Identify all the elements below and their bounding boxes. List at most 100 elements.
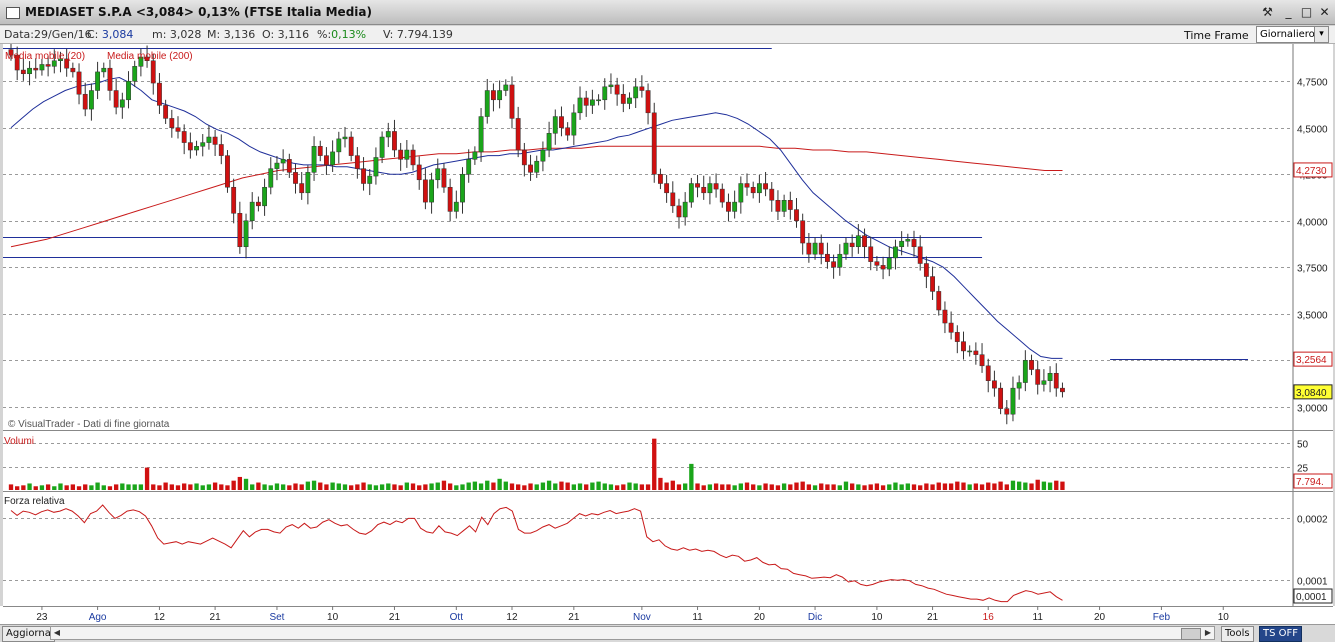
volume-bar bbox=[15, 486, 20, 490]
tools-icon[interactable]: ⚒ bbox=[1259, 4, 1276, 20]
volume-bar bbox=[373, 485, 379, 490]
candle-body bbox=[157, 82, 162, 106]
price-tick-label: 4,0000 bbox=[1297, 218, 1328, 229]
candle-body bbox=[528, 164, 533, 173]
candle-body bbox=[150, 60, 156, 84]
volume-bar bbox=[497, 478, 502, 490]
candle-body bbox=[583, 97, 589, 106]
volume-bar bbox=[918, 485, 923, 490]
volume-bar bbox=[386, 483, 391, 490]
timeframe-select[interactable]: Giornaliero ▾ bbox=[1256, 26, 1329, 43]
volume-bar bbox=[64, 485, 69, 490]
volume-bar bbox=[868, 484, 873, 490]
volume-bar bbox=[621, 484, 626, 490]
volume-bar bbox=[83, 484, 88, 490]
volume-bar bbox=[423, 484, 428, 490]
volume-bar bbox=[522, 485, 527, 490]
volume-bar bbox=[819, 483, 824, 490]
volume-bar bbox=[1047, 482, 1053, 490]
candle-body bbox=[979, 354, 985, 367]
volume-bar bbox=[936, 482, 941, 490]
volume-bar bbox=[584, 484, 589, 490]
candle-body bbox=[627, 97, 632, 104]
rs-tick-label: 0,0002 bbox=[1297, 515, 1328, 526]
volume-bar bbox=[206, 484, 212, 490]
x-tick-label: 23 bbox=[36, 612, 48, 623]
volume-bar bbox=[559, 481, 564, 490]
volume-bar bbox=[305, 481, 311, 490]
candle-body bbox=[410, 149, 416, 166]
candle-body bbox=[95, 71, 101, 91]
candle-body bbox=[392, 131, 397, 151]
candle-body bbox=[676, 205, 682, 218]
maximize-button[interactable]: □ bbox=[1298, 4, 1315, 20]
volume-panel bbox=[3, 431, 1293, 491]
volume-bar bbox=[911, 484, 917, 490]
candle-body bbox=[719, 188, 725, 203]
volume-bar bbox=[52, 486, 57, 490]
volume-bar bbox=[349, 485, 354, 490]
candle-body bbox=[262, 186, 267, 207]
candle-body bbox=[726, 201, 731, 212]
chart-window-icon bbox=[6, 7, 20, 19]
volume-bar bbox=[120, 483, 125, 490]
x-tick-label: 21 bbox=[210, 612, 222, 623]
volume-bar bbox=[336, 483, 341, 490]
scroll-left-icon[interactable]: ◀ bbox=[51, 627, 63, 639]
x-tick-label: 10 bbox=[1218, 612, 1230, 623]
price-tick-label: 4,7500 bbox=[1297, 78, 1328, 89]
ts-toggle-button[interactable]: TS OFF bbox=[1259, 626, 1303, 642]
candle-body bbox=[20, 69, 26, 75]
volume-bar bbox=[788, 484, 793, 490]
candle-body bbox=[893, 246, 898, 259]
volume-bar bbox=[930, 484, 935, 490]
candle-body bbox=[76, 71, 82, 95]
minimize-button[interactable]: _ bbox=[1280, 4, 1297, 20]
volume-bar bbox=[200, 485, 205, 490]
rs-title: Forza relativa bbox=[4, 496, 65, 507]
volume-bar bbox=[151, 484, 156, 490]
candle-body bbox=[985, 365, 991, 381]
x-tick-label: Ago bbox=[89, 612, 107, 623]
volume-bar bbox=[262, 484, 267, 490]
candle-body bbox=[763, 183, 768, 190]
chevron-down-icon[interactable]: ▾ bbox=[1314, 27, 1328, 42]
time-scrollbar[interactable]: ◀ ▶ bbox=[50, 626, 1215, 640]
volume-bar bbox=[794, 482, 799, 490]
candle-body bbox=[113, 90, 119, 108]
volume-bar bbox=[175, 485, 181, 490]
volume-bar bbox=[880, 485, 886, 490]
candle-body bbox=[1004, 408, 1010, 415]
candle-body bbox=[923, 263, 929, 277]
close-button[interactable]: ✕ bbox=[1316, 4, 1333, 20]
candle-body bbox=[274, 162, 280, 169]
scroll-thumb[interactable] bbox=[1181, 628, 1201, 640]
candle-body bbox=[27, 67, 32, 75]
candle-body bbox=[268, 168, 274, 188]
candle-body bbox=[336, 138, 342, 153]
candle-body bbox=[373, 157, 379, 177]
volume-bar bbox=[342, 484, 348, 490]
rs-value-badge: 0,0001 bbox=[1296, 592, 1327, 603]
volume-bar bbox=[843, 481, 849, 490]
volume-bar bbox=[39, 485, 45, 490]
volume-bar bbox=[596, 481, 601, 490]
volume-bar bbox=[874, 483, 880, 490]
title-bar: MEDIASET S.P.A <3,084> 0,13% (FTSE Itali… bbox=[0, 0, 1335, 25]
candle-body bbox=[806, 242, 812, 255]
candle-body bbox=[559, 116, 564, 128]
x-tick-label: 11 bbox=[692, 612, 703, 623]
tools-button[interactable]: Tools bbox=[1221, 626, 1254, 642]
volume-bar bbox=[392, 484, 397, 490]
candle-body bbox=[769, 188, 775, 201]
volume-bar bbox=[138, 484, 144, 490]
volume-bar bbox=[763, 483, 768, 490]
scroll-right-icon[interactable]: ▶ bbox=[1202, 627, 1214, 639]
volume-bar bbox=[831, 484, 836, 490]
candle-body bbox=[880, 265, 886, 270]
update-button[interactable]: Aggiorna bbox=[2, 626, 55, 642]
x-tick-label: 21 bbox=[568, 612, 580, 623]
volume-bar bbox=[1016, 481, 1022, 490]
chart-area[interactable]: 4,75004,50004,25004,00003,75003,50003,25… bbox=[0, 44, 1335, 624]
candle-body bbox=[713, 183, 719, 190]
